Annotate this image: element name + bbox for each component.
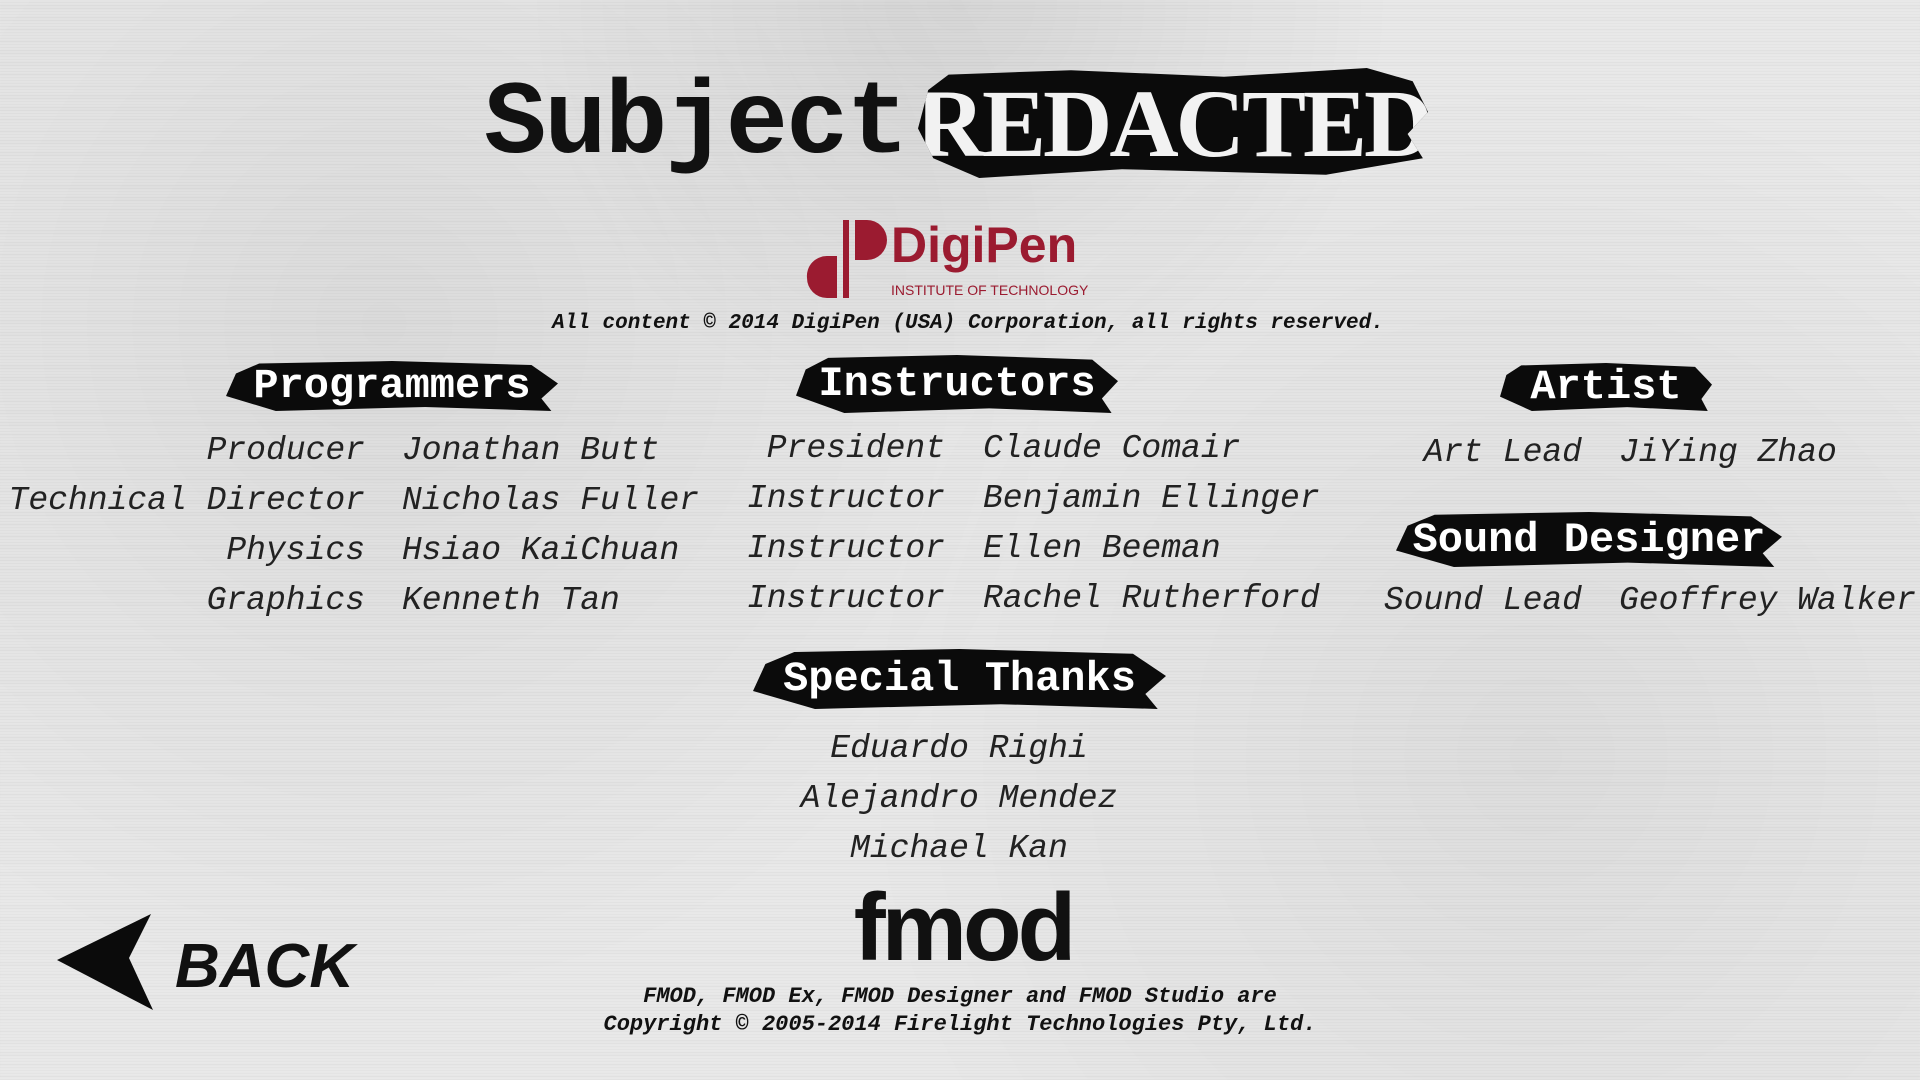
credit-role: Technical Director: [8, 482, 365, 519]
programmers-heading: Programmers: [226, 361, 558, 411]
credit-role: Instructor: [746, 480, 945, 517]
arrow-left-icon: [57, 914, 153, 1010]
redacted-stamp: REDACTED: [918, 68, 1428, 178]
instructors-heading-text: Instructors: [818, 360, 1096, 408]
credit-name: Kenneth Tan: [402, 582, 620, 619]
credit-role: President: [766, 430, 945, 467]
credit-role: Art Lead: [1423, 434, 1582, 471]
sound-designer-heading-text: Sound Designer: [1412, 515, 1766, 564]
svg-text:INSTITUTE OF TECHNOLOGY: INSTITUTE OF TECHNOLOGY: [891, 282, 1089, 298]
programmers-heading-text: Programmers: [253, 362, 531, 410]
credit-name: Nicholas Fuller: [402, 482, 700, 519]
artist-heading: Artist: [1500, 363, 1712, 411]
credit-name: Claude Comair: [983, 430, 1241, 467]
thanks-name: Eduardo Righi: [830, 730, 1088, 767]
credit-role: Physics: [226, 532, 365, 569]
digipen-logo: DigiPen INSTITUTE OF TECHNOLOGY: [806, 218, 1089, 298]
back-label: BACK: [175, 932, 355, 1001]
credit-role: Graphics: [206, 582, 365, 619]
credit-name: Geoffrey Walker: [1619, 582, 1917, 619]
back-button[interactable]: BACK: [50, 905, 354, 1015]
thanks-name: Michael Kan: [850, 830, 1068, 867]
credit-name: JiYing Zhao: [1619, 434, 1837, 471]
credit-name: Benjamin Ellinger: [983, 480, 1320, 517]
special-thanks-heading-text: Special Thanks: [783, 655, 1136, 703]
instructors-heading: Instructors: [796, 355, 1118, 413]
artist-heading-text: Artist: [1530, 363, 1682, 411]
credit-role: Sound Lead: [1383, 582, 1582, 619]
special-thanks-heading: Special Thanks: [753, 649, 1166, 709]
credit-name: Hsiao KaiChuan: [402, 532, 680, 569]
svg-text:DigiPen: DigiPen: [891, 218, 1077, 273]
credit-name: Ellen Beeman: [983, 530, 1221, 567]
fmod-line-2: Copyright © 2005-2014 Firelight Technolo…: [603, 1012, 1317, 1037]
sound-designer-heading: Sound Designer: [1396, 512, 1782, 567]
credit-role: Instructor: [746, 580, 945, 617]
credit-name: Jonathan Butt: [402, 432, 660, 469]
title-prefix: Subject:: [484, 66, 969, 184]
redacted-text: REDACTED: [915, 69, 1431, 177]
digipen-copyright: All content © 2014 DigiPen (USA) Corpora…: [552, 312, 1384, 335]
credit-role: Instructor: [746, 530, 945, 567]
credit-role: Producer: [206, 432, 365, 469]
thanks-name: Alejandro Mendez: [800, 780, 1118, 817]
credit-name: Rachel Rutherford: [983, 580, 1320, 617]
fmod-logo: fmod: [853, 874, 1077, 981]
